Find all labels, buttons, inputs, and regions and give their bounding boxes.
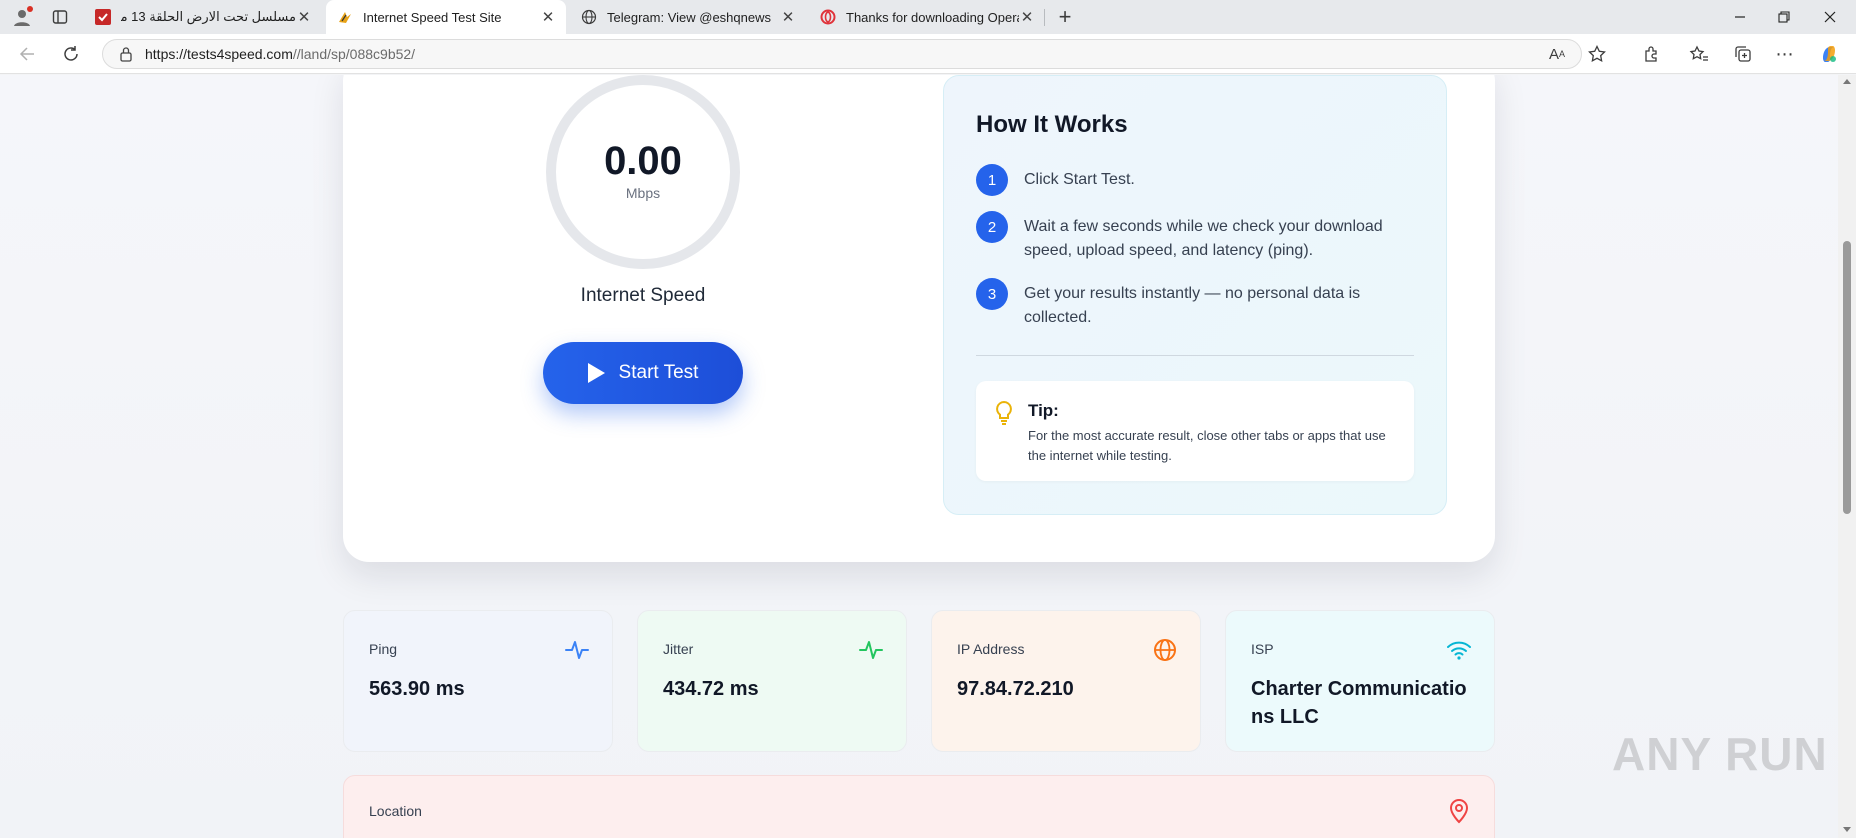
close-window-button[interactable] — [1808, 5, 1852, 29]
location-card: Location — [343, 775, 1495, 838]
scrollbar[interactable] — [1838, 75, 1856, 838]
isp-label: ISP — [1251, 641, 1274, 657]
extensions-icon[interactable] — [1638, 42, 1664, 66]
restore-button[interactable] — [1762, 5, 1806, 29]
wifi-icon — [1446, 637, 1472, 663]
activity-icon — [564, 637, 590, 663]
tab-telegram[interactable]: Telegram: View @eshqnews ✕ — [570, 0, 806, 34]
tab-arabic-series[interactable]: مسلسل تحت الارض الحلقة 13 مترجم ✕ — [84, 0, 322, 34]
globe-icon — [1152, 637, 1178, 663]
step-text: Get your results instantly — no personal… — [1024, 285, 1361, 326]
tab-speed-test[interactable]: Internet Speed Test Site ✕ — [326, 0, 566, 34]
back-icon[interactable] — [14, 42, 40, 66]
more-menu-icon[interactable]: ⋯ — [1772, 42, 1798, 66]
close-icon[interactable]: ✕ — [780, 9, 796, 26]
isp-value: Charter Communications LLC — [1251, 678, 1467, 728]
watermark: ANY RUN — [1612, 728, 1828, 780]
start-test-button[interactable]: Start Test — [543, 342, 743, 404]
speed-value: 0.00 — [604, 139, 682, 183]
tip-text: For the most accurate result, close othe… — [1028, 428, 1386, 463]
step-text: Click Start Test. — [1024, 171, 1135, 188]
address-toolbar: https://tests4speed.com//land/sp/088c9b5… — [0, 34, 1856, 74]
tab-title: Thanks for downloading Opera — [846, 9, 1019, 25]
url-path: //land/sp/088c9b52/ — [292, 46, 416, 62]
ip-address-label: IP Address — [957, 641, 1025, 657]
tab-bar: مسلسل تحت الارض الحلقة 13 مترجم ✕ Intern… — [0, 0, 1856, 34]
start-test-label: Start Test — [618, 362, 699, 383]
scroll-down-arrow[interactable] — [1843, 827, 1851, 832]
tip-title: Tip: — [1028, 401, 1059, 420]
speed-label: Internet Speed — [580, 285, 706, 306]
profile-icon[interactable] — [8, 5, 36, 29]
tab-title: Internet Speed Test Site — [363, 9, 502, 25]
url-bar[interactable]: https://tests4speed.com//land/sp/088c9b5… — [102, 39, 1582, 69]
scrollbar-thumb[interactable] — [1843, 241, 1851, 514]
url-host: https://tests4speed.com — [145, 46, 293, 62]
activity-icon — [858, 637, 884, 663]
play-icon — [587, 363, 605, 383]
favorites-icon[interactable] — [1686, 42, 1712, 66]
new-tab-button[interactable]: + — [1052, 4, 1078, 29]
opera-icon — [819, 9, 836, 26]
tab-title: مسلسل تحت الارض الحلقة 13 مترجم — [121, 9, 296, 24]
close-icon[interactable]: ✕ — [296, 9, 312, 26]
refresh-icon[interactable] — [58, 42, 84, 66]
page-viewport: 0.00 Mbps Internet Speed Start Test How … — [0, 75, 1838, 838]
workspaces-icon[interactable] — [48, 5, 72, 29]
jitter-value: 434.72 ms — [663, 678, 759, 700]
lightbulb-icon — [992, 399, 1016, 427]
ping-label: Ping — [369, 641, 398, 657]
red-check-icon — [94, 9, 111, 26]
close-icon[interactable]: ✕ — [1019, 9, 1035, 26]
jitter-card: Jitter 434.72 ms — [637, 610, 907, 752]
favorite-star-icon[interactable] — [1584, 42, 1610, 66]
globe-icon — [580, 9, 597, 26]
ping-card: Ping 563.90 ms — [343, 610, 613, 752]
location-label: Location — [369, 803, 422, 819]
close-icon[interactable]: ✕ — [540, 9, 556, 26]
step-number: 1 — [976, 164, 1008, 196]
how-it-works-title: How It Works — [976, 111, 1128, 138]
step-number: 3 — [976, 278, 1008, 310]
ip-address-card: IP Address 97.84.72.210 — [931, 610, 1201, 752]
copilot-icon[interactable] — [1816, 42, 1842, 66]
ip-address-value: 97.84.72.210 — [957, 678, 1074, 700]
step-number: 2 — [976, 211, 1008, 243]
step-text: Wait a few seconds while we check your d… — [1024, 218, 1383, 259]
divider — [976, 355, 1414, 356]
minimize-button[interactable] — [1718, 5, 1762, 29]
speed-unit: Mbps — [625, 185, 661, 201]
scroll-up-arrow[interactable] — [1843, 79, 1851, 84]
tab-opera[interactable]: Thanks for downloading Opera ✕ — [809, 0, 1045, 34]
isp-card: ISP Charter Communications LLC — [1225, 610, 1495, 752]
jitter-label: Jitter — [663, 641, 694, 657]
tab-separator — [1044, 9, 1045, 26]
lock-icon[interactable] — [119, 46, 133, 62]
collections-icon[interactable] — [1730, 42, 1756, 66]
read-aloud-icon[interactable]: AA — [1544, 42, 1570, 66]
ping-value: 563.90 ms — [369, 678, 465, 700]
map-pin-icon — [1448, 798, 1470, 824]
speedometer-icon — [336, 9, 353, 26]
tab-title: Telegram: View @eshqnews — [607, 9, 771, 25]
